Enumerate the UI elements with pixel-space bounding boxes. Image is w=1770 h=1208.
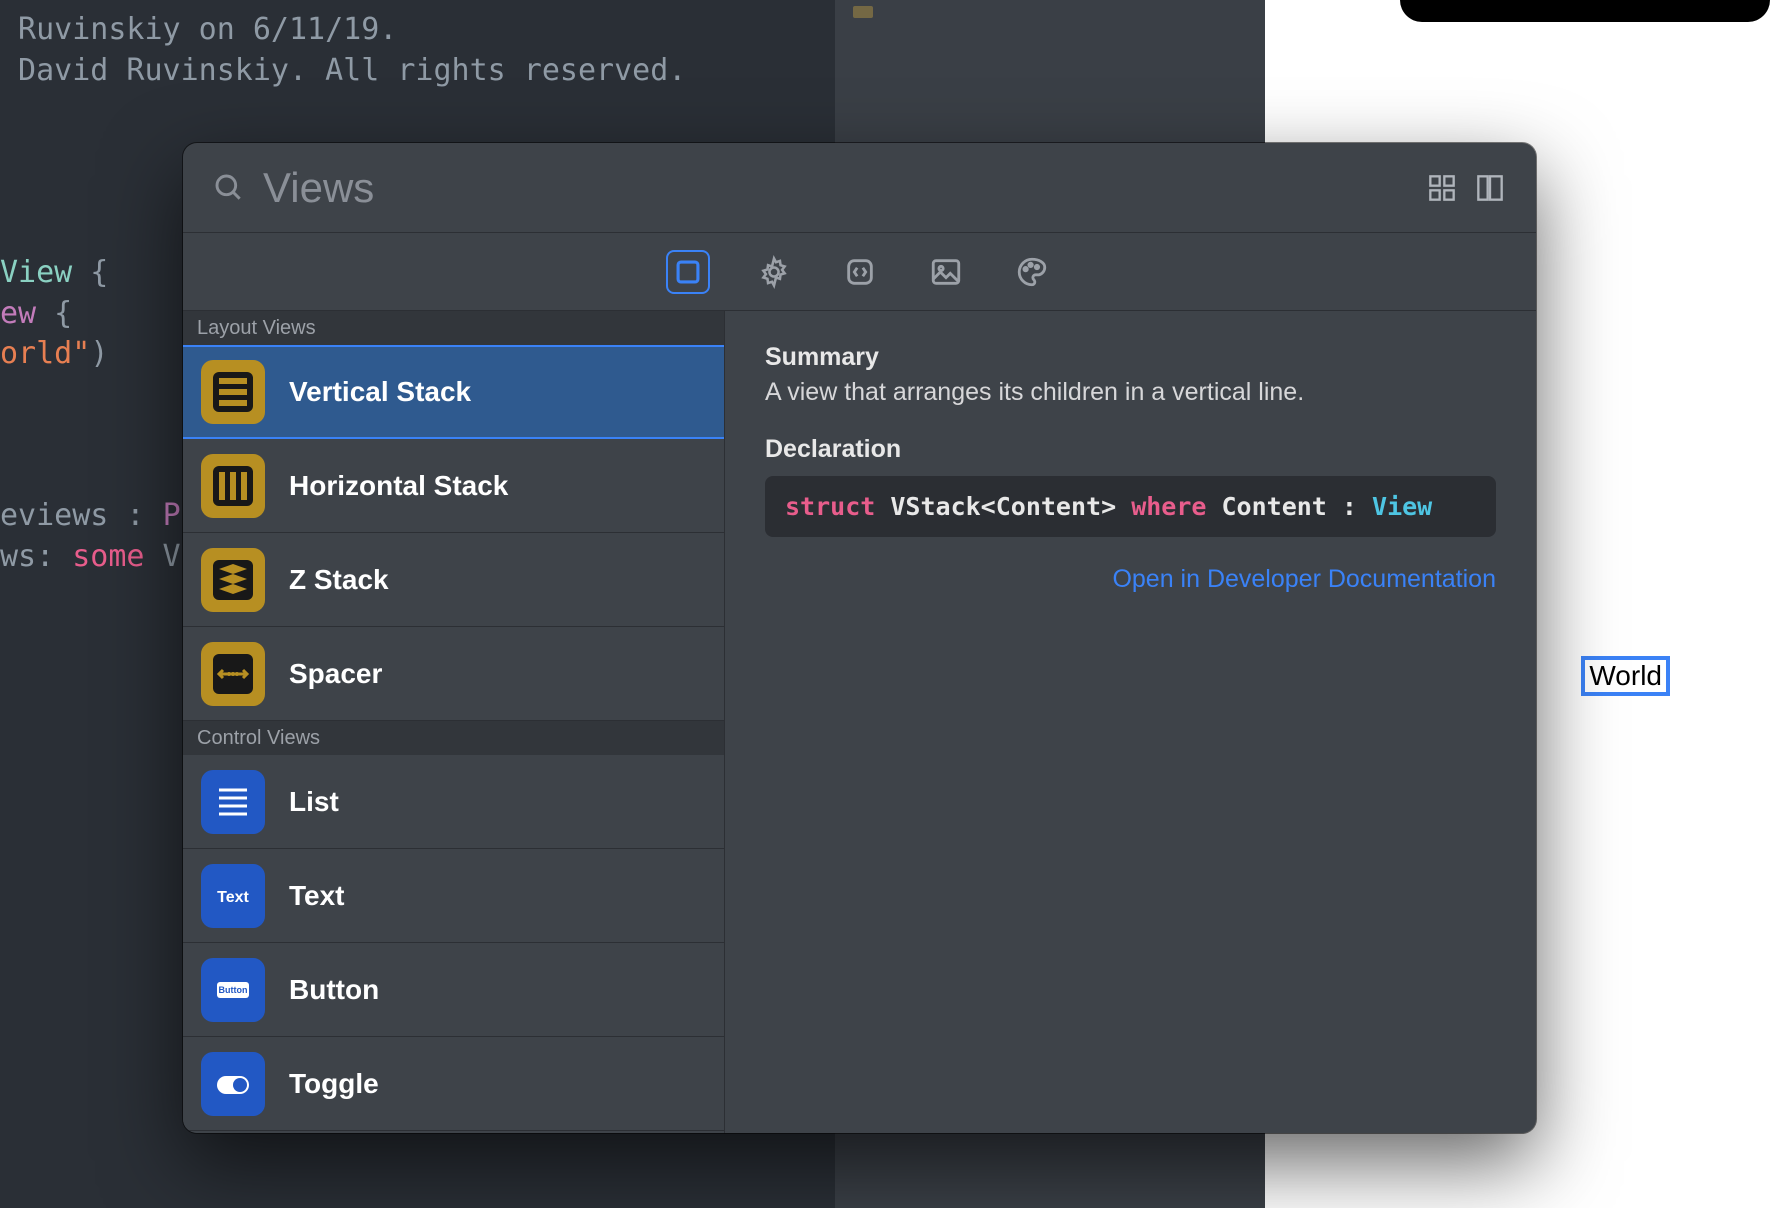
list-view-button[interactable] xyxy=(1474,172,1506,204)
open-documentation-link[interactable]: Open in Developer Documentation xyxy=(765,565,1496,594)
declaration-heading: Declaration xyxy=(765,435,1496,464)
tab-colors[interactable] xyxy=(1010,250,1054,294)
component-detail-panel: Summary A view that arranges its childre… xyxy=(725,311,1536,1133)
device-notch xyxy=(1400,0,1770,22)
section-header: Layout Views xyxy=(183,311,724,345)
view-mode-toggles xyxy=(1426,172,1506,204)
search-input[interactable] xyxy=(263,164,1426,212)
section-header: Control Views xyxy=(183,721,724,755)
button-icon: Button xyxy=(201,958,265,1022)
decl-constraint: Content : xyxy=(1206,492,1372,521)
component-item-zstack[interactable]: Z Stack xyxy=(183,533,724,627)
decl-keyword: where xyxy=(1131,492,1206,521)
text-icon: Text xyxy=(201,864,265,928)
component-item-label: Spacer xyxy=(289,658,382,690)
component-item-label: Text xyxy=(289,880,345,912)
summary-text: A view that arranges its children in a v… xyxy=(765,378,1496,407)
preview-hello-text[interactable]: World xyxy=(1581,656,1670,696)
svg-text:Button: Button xyxy=(219,985,248,995)
zstack-icon xyxy=(201,548,265,612)
vstack-icon xyxy=(201,360,265,424)
component-item-text[interactable]: Text Text xyxy=(183,849,724,943)
component-item-label: Vertical Stack xyxy=(289,376,471,408)
summary-heading: Summary xyxy=(765,343,1496,372)
tab-views[interactable] xyxy=(666,250,710,294)
component-list[interactable]: Layout Views Vertical Stack Horizontal S… xyxy=(183,311,725,1133)
tab-modifiers[interactable] xyxy=(752,250,796,294)
component-item-vstack[interactable]: Vertical Stack xyxy=(183,345,724,439)
minimap-code-marker xyxy=(853,6,873,18)
component-item-hstack[interactable]: Horizontal Stack xyxy=(183,439,724,533)
decl-keyword: struct xyxy=(785,492,875,521)
component-item-toggle[interactable]: Toggle xyxy=(183,1037,724,1131)
hstack-icon xyxy=(201,454,265,518)
svg-text:Text: Text xyxy=(217,889,249,906)
component-item-label: Toggle xyxy=(289,1068,379,1100)
component-item-label: Button xyxy=(289,974,379,1006)
tab-snippets[interactable] xyxy=(838,250,882,294)
library-popover: Layout Views Vertical Stack Horizontal S… xyxy=(183,143,1536,1133)
spacer-icon xyxy=(201,642,265,706)
search-icon xyxy=(213,172,245,204)
component-item-list[interactable]: List xyxy=(183,755,724,849)
toggle-icon xyxy=(201,1052,265,1116)
component-item-spacer[interactable]: Spacer xyxy=(183,627,724,721)
tab-media[interactable] xyxy=(924,250,968,294)
grid-view-button[interactable] xyxy=(1426,172,1458,204)
decl-type-ref: View xyxy=(1372,492,1432,521)
component-item-label: Horizontal Stack xyxy=(289,470,508,502)
library-category-tabs xyxy=(183,233,1536,311)
component-item-label: List xyxy=(289,786,339,818)
library-search-bar xyxy=(183,143,1536,233)
decl-type: VStack<Content> xyxy=(875,492,1131,521)
component-item-button[interactable]: Button Button xyxy=(183,943,724,1037)
declaration-box: struct VStack<Content> where Content : V… xyxy=(765,476,1496,537)
list-icon xyxy=(201,770,265,834)
component-item-label: Z Stack xyxy=(289,564,389,596)
